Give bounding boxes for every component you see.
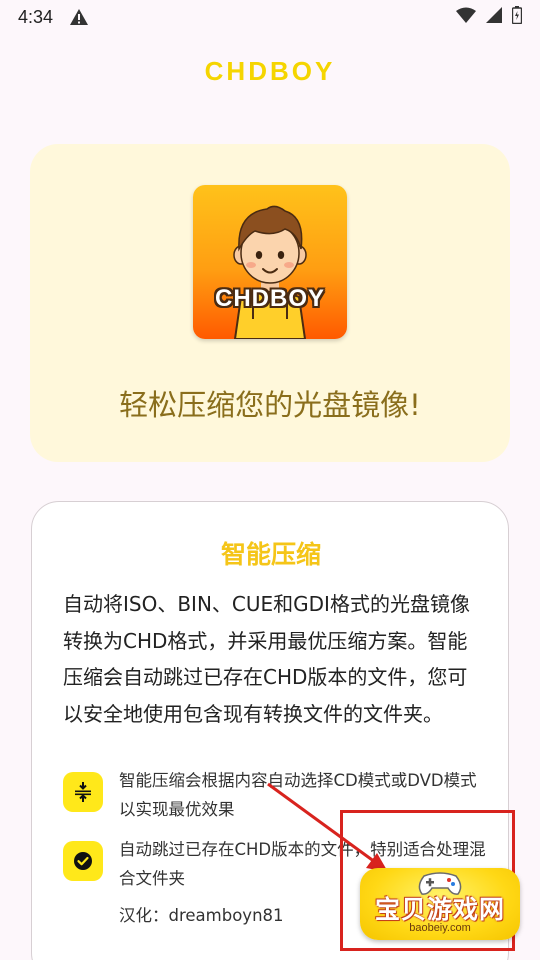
watermark-text: 宝贝游戏网 bbox=[374, 895, 505, 924]
watermark-domain: baobeiy.com bbox=[409, 922, 471, 934]
watermark-logo: 宝贝游戏网 baobeiy.com bbox=[360, 868, 520, 940]
